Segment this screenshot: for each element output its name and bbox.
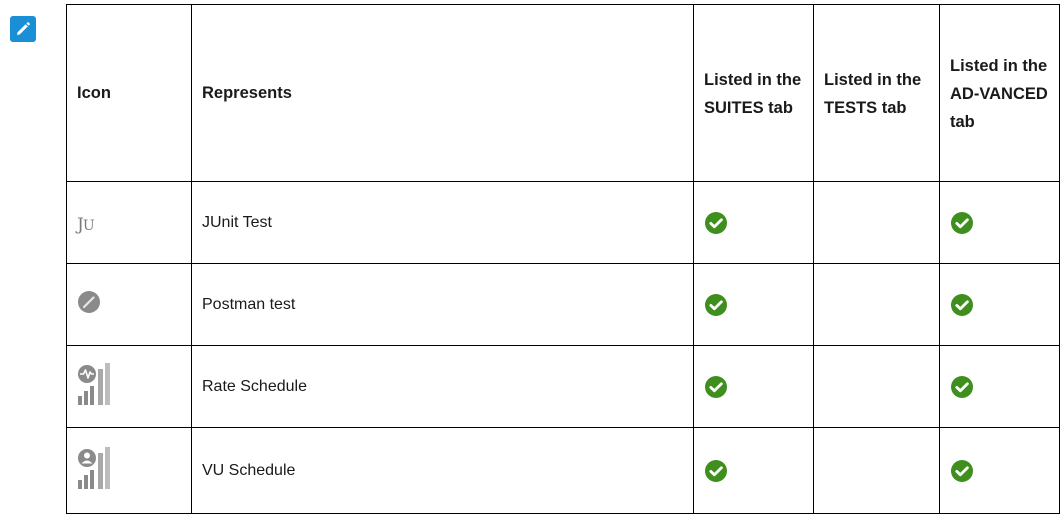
postman-test-icon (78, 291, 100, 313)
table-row: VU Schedule (66, 427, 1060, 514)
represents-cell: JUnit Test (191, 181, 694, 264)
tests-cell (813, 263, 940, 346)
header-tests-label: Listed in the TESTS tab (824, 71, 922, 117)
table-row: Rate Schedule (66, 345, 1060, 428)
table-row: JU JUnit Test (66, 181, 1060, 264)
advanced-cell (939, 427, 1060, 514)
suites-cell (693, 427, 814, 514)
check-circle-icon (705, 293, 727, 316)
tests-cell (813, 181, 940, 264)
icon-cell (66, 427, 192, 514)
tests-cell (813, 427, 940, 514)
check-circle-icon (705, 211, 727, 234)
note-pencil-icon (10, 16, 36, 42)
pencil-glyph (17, 22, 30, 35)
table-header-row: Icon Represents Listed in the SUITES tab… (66, 4, 1060, 182)
icon-reference-table: Icon Represents Listed in the SUITES tab… (66, 4, 1060, 514)
icon-cell (66, 263, 192, 346)
header-represents: Represents (191, 4, 694, 182)
check-circle-icon (705, 459, 727, 482)
table-row: Postman test (66, 263, 1060, 346)
vu-schedule-icon (78, 447, 110, 489)
header-advanced: Listed in the AD-VANCED tab (939, 4, 1060, 182)
advanced-cell (939, 345, 1060, 428)
check-circle-icon (951, 459, 973, 482)
header-tests: Listed in the TESTS tab (813, 4, 940, 182)
icon-cell: JU (66, 181, 192, 264)
header-advanced-label: Listed in the AD-VANCED tab (950, 57, 1048, 131)
junit-test-icon: JU (77, 214, 95, 235)
header-suites: Listed in the SUITES tab (693, 4, 814, 182)
check-circle-icon (951, 375, 973, 398)
header-suites-label: Listed in the SUITES tab (704, 71, 802, 117)
suites-cell (693, 345, 814, 428)
junit-icon-text: JU (77, 214, 95, 235)
suites-cell (693, 181, 814, 264)
suites-cell (693, 263, 814, 346)
represents-cell: VU Schedule (191, 427, 694, 514)
tests-cell (813, 345, 940, 428)
rate-schedule-icon (78, 363, 110, 405)
icon-cell (66, 345, 192, 428)
check-circle-icon (705, 375, 727, 398)
represents-cell: Postman test (191, 263, 694, 346)
header-icon: Icon (66, 4, 192, 182)
check-circle-icon (951, 293, 973, 316)
advanced-cell (939, 181, 1060, 264)
represents-cell: Rate Schedule (191, 345, 694, 428)
check-circle-icon (951, 211, 973, 234)
advanced-cell (939, 263, 1060, 346)
